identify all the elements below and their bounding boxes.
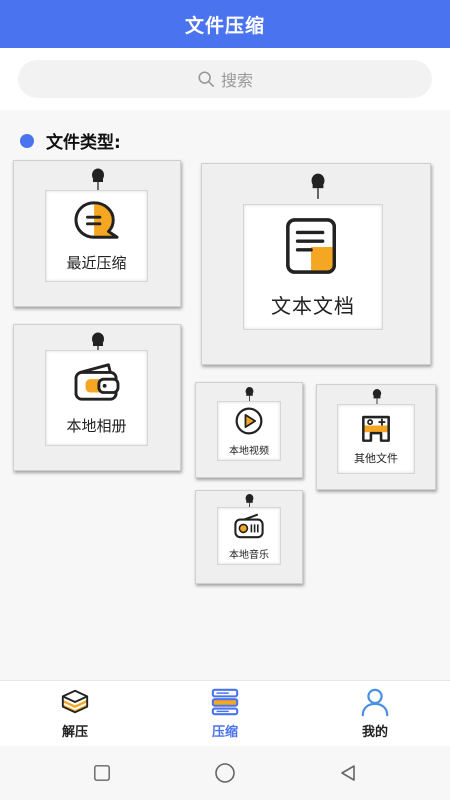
nav-label: 解压: [61, 725, 88, 740]
card-recent-compress[interactable]: 最近压缩: [13, 160, 181, 307]
section-title: 文件类型:: [46, 133, 121, 153]
person-icon: [361, 688, 389, 717]
card-frame: 本地相册: [45, 350, 148, 446]
card-label: 文本文档: [271, 293, 355, 318]
page-title: 文件压缩: [184, 14, 265, 37]
back-icon[interactable]: [338, 763, 358, 783]
pushpin-icon: [311, 173, 325, 199]
card-label: 本地视频: [229, 445, 269, 457]
card-local-video[interactable]: 本地视频: [195, 382, 303, 478]
recent-apps-icon[interactable]: [93, 764, 111, 782]
radio-icon: [234, 513, 264, 538]
file-type-section: 文件类型:: [20, 128, 121, 153]
search-placeholder: 搜索: [220, 71, 253, 90]
compress-list-icon: [211, 688, 239, 716]
card-label: 最近压缩: [66, 253, 127, 272]
card-frame: 本地音乐: [217, 507, 281, 565]
layers-icon: [61, 689, 89, 714]
nav-label: 压缩: [211, 725, 238, 740]
card-text-documents[interactable]: 文本文档: [201, 163, 431, 365]
home-icon[interactable]: [214, 762, 236, 784]
gamepad-icon: [362, 415, 390, 442]
nav-tab-compress[interactable]: 压缩: [150, 681, 300, 746]
document-icon: [286, 217, 336, 274]
card-label: 本地相册: [66, 416, 127, 435]
card-local-music[interactable]: 本地音乐: [195, 490, 303, 584]
card-label: 本地音乐: [229, 549, 269, 561]
app-header: 文件压缩: [0, 0, 450, 48]
search-area: 搜索: [0, 48, 450, 110]
card-frame: 本地视频: [217, 401, 281, 461]
card-local-album[interactable]: 本地相册: [13, 324, 181, 471]
card-frame: 最近压缩: [45, 190, 148, 282]
play-icon: [235, 407, 263, 434]
bottom-nav: 解压 压缩 我的: [0, 680, 450, 746]
nav-tab-decompress[interactable]: 解压: [0, 681, 150, 746]
card-frame: 文本文档: [243, 204, 383, 330]
card-other-files[interactable]: 其他文件: [316, 384, 436, 490]
search-input[interactable]: 搜索: [18, 60, 432, 98]
card-frame: 其他文件: [337, 404, 415, 474]
section-dot: [20, 133, 34, 148]
wallet-icon: [74, 362, 119, 401]
nav-label: 我的: [361, 725, 388, 740]
chat-bubble-icon: [74, 200, 118, 239]
card-label: 其他文件: [354, 452, 398, 465]
system-nav-bar: [0, 746, 450, 800]
search-icon: [198, 71, 214, 88]
nav-tab-mine[interactable]: 我的: [300, 681, 450, 746]
